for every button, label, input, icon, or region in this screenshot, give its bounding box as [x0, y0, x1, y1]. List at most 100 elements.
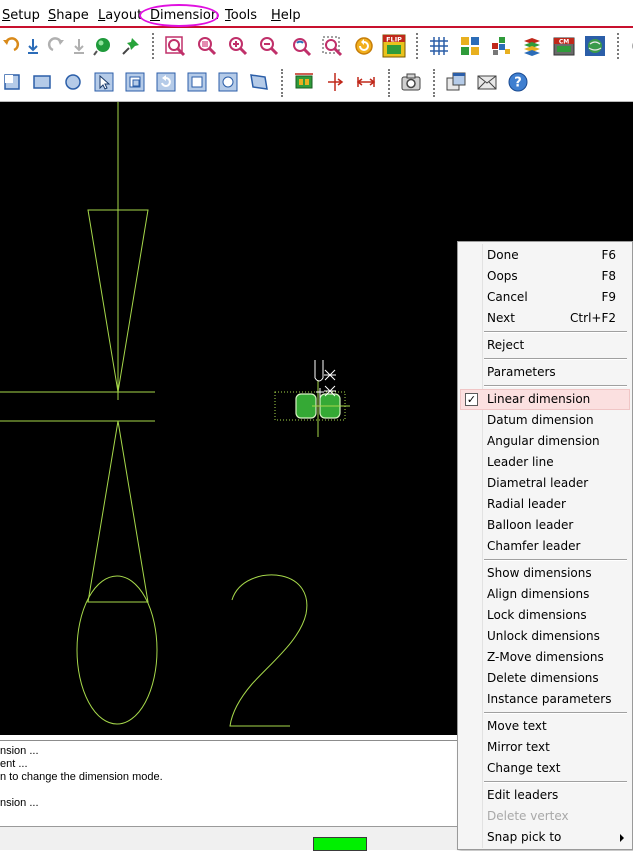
- menu-item-parameters[interactable]: Parameters: [460, 362, 630, 383]
- footprint-icon[interactable]: [292, 70, 316, 94]
- menu-bar: Setup Shape Layout Dimension Tools Help: [0, 0, 633, 28]
- rotate-icon[interactable]: [154, 70, 178, 94]
- menu-separator: [484, 385, 627, 387]
- circle-icon[interactable]: [61, 70, 85, 94]
- menu-item-oops[interactable]: Oops F8: [460, 266, 630, 287]
- menu-item-label: Oops: [487, 269, 518, 283]
- menu-item-move-text[interactable]: Move text: [460, 716, 630, 737]
- menu-item-diametral-leader[interactable]: Diametral leader: [460, 473, 630, 494]
- ellipse-shape: [76, 575, 158, 725]
- menu-item-instance-parameters[interactable]: Instance parameters: [460, 689, 630, 710]
- rectangle-icon[interactable]: [30, 70, 54, 94]
- menu-item-unlock-dimensions[interactable]: Unlock dimensions: [460, 626, 630, 647]
- menu-shape[interactable]: Shape: [48, 8, 89, 24]
- menu-item-lock-dimensions[interactable]: Lock dimensions: [460, 605, 630, 626]
- dimension-horizontal-icon[interactable]: [354, 70, 378, 94]
- menu-item-align-dimensions[interactable]: Align dimensions: [460, 584, 630, 605]
- menu-item-radial-leader[interactable]: Radial leader: [460, 494, 630, 515]
- menu-item-next[interactable]: Next Ctrl+F2: [460, 308, 630, 329]
- menu-item-label: Mirror text: [487, 740, 550, 754]
- redraw-icon[interactable]: [352, 34, 376, 58]
- zoom-fit-icon[interactable]: [320, 34, 344, 58]
- menu-item-label: Linear dimension: [487, 392, 591, 406]
- menu-item-show-dimensions[interactable]: Show dimensions: [460, 563, 630, 584]
- menu-item-label: Reject: [487, 338, 525, 352]
- square-icon[interactable]: [185, 70, 209, 94]
- shape-toolbar: ?: [0, 63, 633, 102]
- menu-item-shortcut: F6: [601, 248, 616, 262]
- menu-item-datum-dimension[interactable]: Datum dimension: [460, 410, 630, 431]
- menu-item-angular-dimension[interactable]: Angular dimension: [460, 431, 630, 452]
- menu-item-label: Balloon leader: [487, 518, 574, 532]
- flip-label: FLIP: [386, 36, 402, 44]
- envelope-icon[interactable]: [475, 70, 499, 94]
- grid-icon[interactable]: [427, 34, 451, 58]
- menu-item-delete-vertex: Delete vertex: [460, 806, 630, 827]
- menu-item-z-move-dimensions[interactable]: Z-Move dimensions: [460, 647, 630, 668]
- menu-tools[interactable]: Tools: [225, 8, 257, 24]
- menu-item-label: Angular dimension: [487, 434, 600, 448]
- dimension-context-menu: Done F6 Oops F8 Cancel F9 Next Ctrl+F2 Reject Par…: [457, 241, 633, 850]
- green-ball-icon[interactable]: [90, 34, 114, 58]
- menu-item-balloon-leader[interactable]: Balloon leader: [460, 515, 630, 536]
- zoom-all-icon[interactable]: [195, 34, 219, 58]
- undo-icon[interactable]: [0, 34, 22, 58]
- flip-icon[interactable]: FLIP: [382, 34, 406, 58]
- menu-item-linear-dimension[interactable]: ✓ Linear dimension: [460, 389, 630, 410]
- stack-icon[interactable]: [520, 34, 544, 58]
- layers-icon[interactable]: [489, 34, 513, 58]
- menu-separator: [484, 331, 627, 333]
- pushpin-icon[interactable]: [119, 34, 143, 58]
- menu-item-label: Done: [487, 248, 519, 262]
- zoom-window-icon[interactable]: [163, 34, 187, 58]
- menu-item-label: Snap pick to: [487, 830, 562, 844]
- cm-icon[interactable]: CM: [552, 34, 576, 58]
- globe-icon[interactable]: [583, 34, 607, 58]
- menu-help[interactable]: Help: [271, 8, 301, 24]
- zoom-out-icon[interactable]: [257, 34, 281, 58]
- menu-item-snap-pick-to[interactable]: Snap pick to: [460, 827, 630, 848]
- menu-layout-label: ayout: [105, 8, 143, 23]
- checkmark-icon: ✓: [465, 393, 478, 406]
- menu-item-delete-dimensions[interactable]: Delete dimensions: [460, 668, 630, 689]
- parallelogram-icon[interactable]: [247, 70, 271, 94]
- menu-item-label: Chamfer leader: [487, 539, 581, 553]
- camera-icon[interactable]: [399, 70, 423, 94]
- zoom-in-icon[interactable]: [226, 34, 250, 58]
- circle-frame-icon[interactable]: [216, 70, 240, 94]
- menu-item-label: Delete dimensions: [487, 671, 599, 685]
- redo-icon[interactable]: [45, 34, 69, 58]
- menu-layout[interactable]: Layout: [98, 8, 142, 24]
- pad-assembly[interactable]: [274, 360, 350, 437]
- menu-item-edit-leaders[interactable]: Edit leaders: [460, 785, 630, 806]
- menu-item-done[interactable]: Done F6: [460, 245, 630, 266]
- menu-tools-label: ools: [230, 8, 258, 23]
- down-arrow-gray-icon[interactable]: [67, 34, 91, 58]
- command-line-2: ent ...: [0, 758, 28, 770]
- down-arrow-icon[interactable]: [21, 34, 45, 58]
- menu-item-mirror-text[interactable]: Mirror text: [460, 737, 630, 758]
- command-line-5: nsion ...: [0, 797, 39, 809]
- menu-separator: [484, 781, 627, 783]
- menu-item-reject[interactable]: Reject: [460, 335, 630, 356]
- corner-icon[interactable]: [0, 70, 24, 94]
- menu-setup[interactable]: Setup: [2, 8, 40, 24]
- cm-label: CM: [559, 38, 569, 45]
- menu-item-label: Lock dimensions: [487, 608, 587, 622]
- menu-item-leader-line[interactable]: Leader line: [460, 452, 630, 473]
- menu-separator: [484, 559, 627, 561]
- zoom-previous-icon[interactable]: [289, 34, 313, 58]
- copy-shape-icon[interactable]: [123, 70, 147, 94]
- menu-item-label: Parameters: [487, 365, 556, 379]
- color-icon[interactable]: [458, 34, 482, 58]
- menu-item-change-text[interactable]: Change text: [460, 758, 630, 779]
- dimension-vertical-icon[interactable]: [323, 70, 347, 94]
- menu-item-chamfer-leader[interactable]: Chamfer leader: [460, 536, 630, 557]
- help-icon[interactable]: ?: [506, 70, 530, 94]
- select-pointer-icon[interactable]: [92, 70, 116, 94]
- overflow-icon[interactable]: [624, 34, 633, 58]
- windows-icon[interactable]: [444, 70, 468, 94]
- menu-item-shortcut: F8: [601, 269, 616, 283]
- menu-item-cancel[interactable]: Cancel F9: [460, 287, 630, 308]
- menu-item-label: Radial leader: [487, 497, 566, 511]
